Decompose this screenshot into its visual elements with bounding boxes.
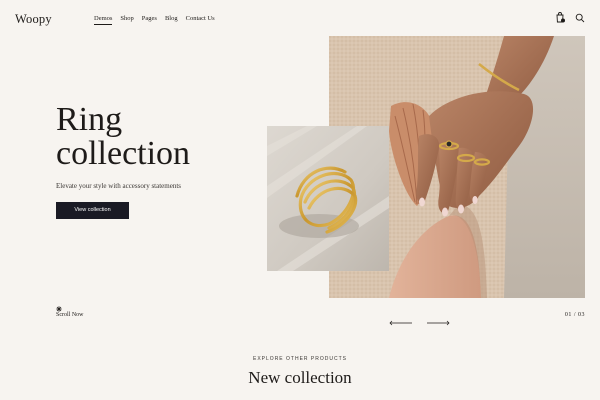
nav-item-pages[interactable]: Pages xyxy=(142,15,157,25)
arrow-left-icon[interactable] xyxy=(389,313,413,331)
view-collection-button[interactable]: View collection xyxy=(56,202,129,219)
hero-image-ring xyxy=(267,126,389,271)
nav-item-shop[interactable]: Shop xyxy=(120,15,133,25)
hero-subtitle: Elevate your style with accessory statem… xyxy=(56,182,181,190)
nav-item-contact-us[interactable]: Contact Us xyxy=(186,15,215,25)
hero-title: Ring collection xyxy=(56,103,190,171)
slide-counter: 01 / 03 xyxy=(564,312,585,318)
page: Woopy Demos Shop Pages Blog Contact Us R… xyxy=(0,0,600,400)
section-eyebrow: EXPLORE OTHER PRODUCTS xyxy=(253,356,347,362)
logo[interactable]: Woopy xyxy=(15,12,52,27)
scroll-now-label[interactable]: Scroll Now xyxy=(56,312,84,318)
section-title: New collection xyxy=(248,368,352,387)
cart-icon[interactable] xyxy=(555,12,565,23)
main-nav: Demos Shop Pages Blog Contact Us xyxy=(94,15,215,25)
nav-item-blog[interactable]: Blog xyxy=(165,15,178,25)
hero-title-line-2: collection xyxy=(56,135,191,172)
arrow-right-icon[interactable] xyxy=(426,313,450,331)
nav-item-demos[interactable]: Demos xyxy=(94,15,113,25)
hero-title-line-1: Ring xyxy=(56,101,123,138)
header-icons xyxy=(555,12,585,23)
search-icon[interactable] xyxy=(575,13,585,23)
